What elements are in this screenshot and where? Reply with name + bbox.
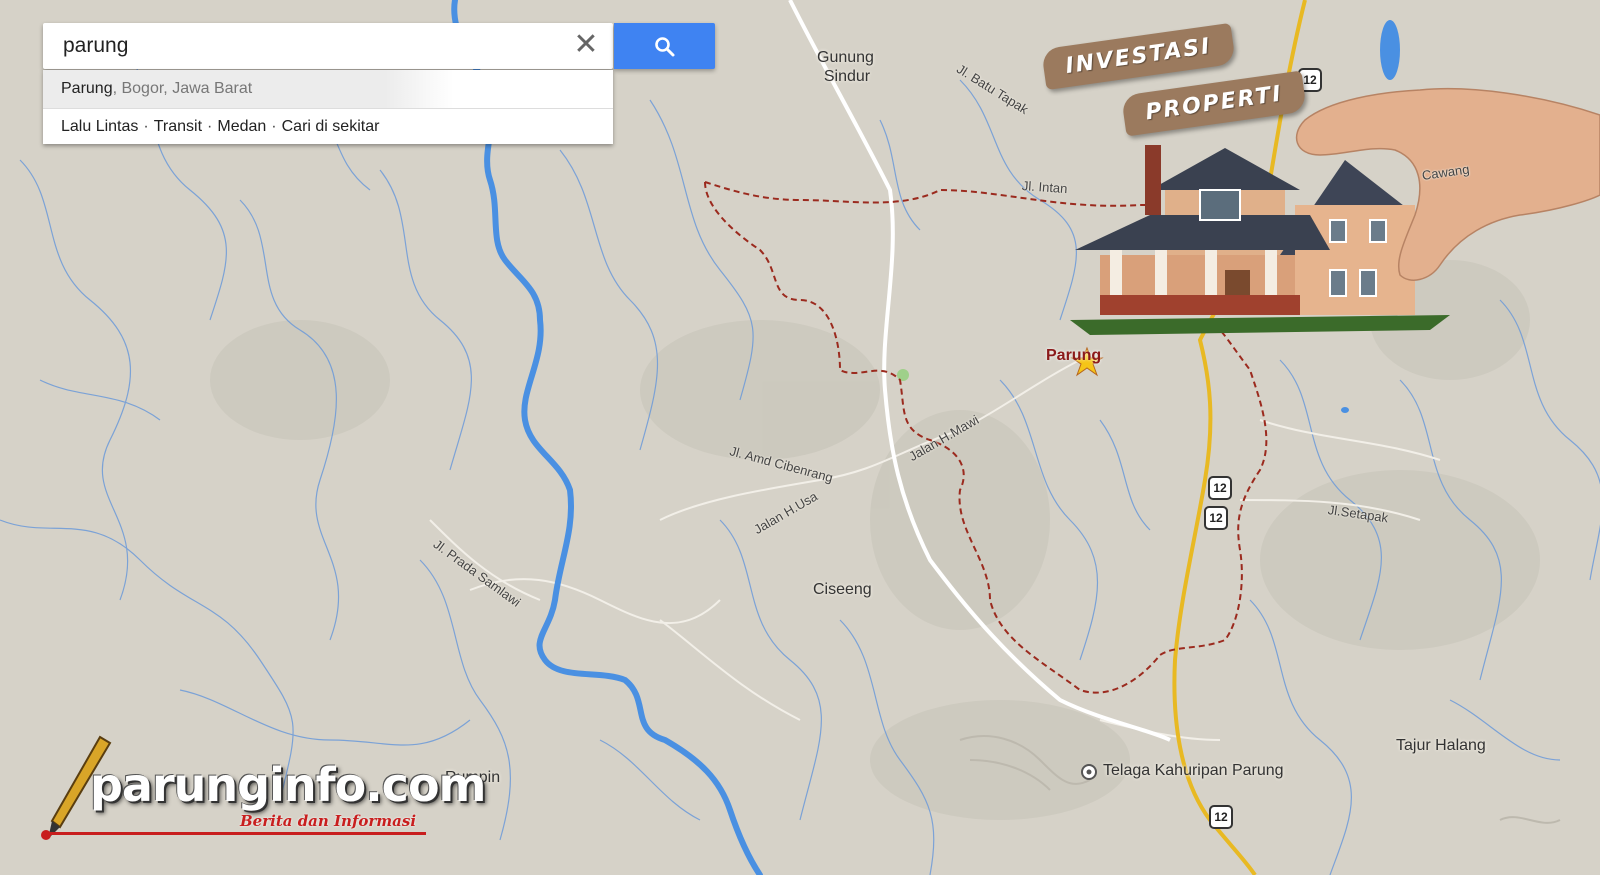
logo-tagline: Berita dan Informasi <box>240 812 417 830</box>
road-label-intan: Jl. Intan <box>1021 178 1068 197</box>
link-transit[interactable]: Transit <box>154 118 202 135</box>
logo-underline <box>46 832 426 835</box>
search-input[interactable] <box>43 23 583 69</box>
logo-wordmark: parunginfo.com <box>90 758 486 812</box>
link-terrain[interactable]: Medan <box>217 118 266 135</box>
suggestion-item[interactable]: Parung, Bogor, Jawa Barat <box>43 70 613 109</box>
park <box>897 369 909 381</box>
search-icon <box>655 37 675 57</box>
close-icon[interactable]: ✕ <box>571 30 601 61</box>
suggestion-primary: Parung <box>61 80 113 97</box>
route-shield: 12 <box>1209 805 1233 829</box>
link-search-nearby[interactable]: Cari di sekitar <box>282 118 380 135</box>
suggestion-dropdown: Parung, Bogor, Jawa Barat Lalu Lintas · Tr… <box>43 70 613 144</box>
route-shield: 12 <box>1208 476 1232 500</box>
place-label-telaga: Telaga Kahuripan Parung <box>1103 762 1284 779</box>
pond <box>1341 407 1349 413</box>
separator: · <box>207 118 213 135</box>
separator: · <box>143 118 149 135</box>
route-shield: 12 <box>1204 506 1228 530</box>
search-box: ✕ <box>43 23 613 69</box>
place-label-tajur-halang: Tajur Halang <box>1396 737 1486 754</box>
place-label-parung: Parung <box>1046 347 1102 364</box>
pond <box>1380 20 1400 80</box>
place-label-gunung-sindur: Gunung Sindur <box>817 49 874 85</box>
separator: · <box>271 118 277 135</box>
place-label-ciseeng: Ciseeng <box>813 581 872 598</box>
suggestion-secondary: , Bogor, Jawa Barat <box>112 80 253 97</box>
search-button[interactable] <box>614 23 715 69</box>
quick-links: Lalu Lintas · Transit · Medan · Cari di sekita… <box>43 109 613 144</box>
link-traffic[interactable]: Lalu Lintas <box>61 118 138 135</box>
